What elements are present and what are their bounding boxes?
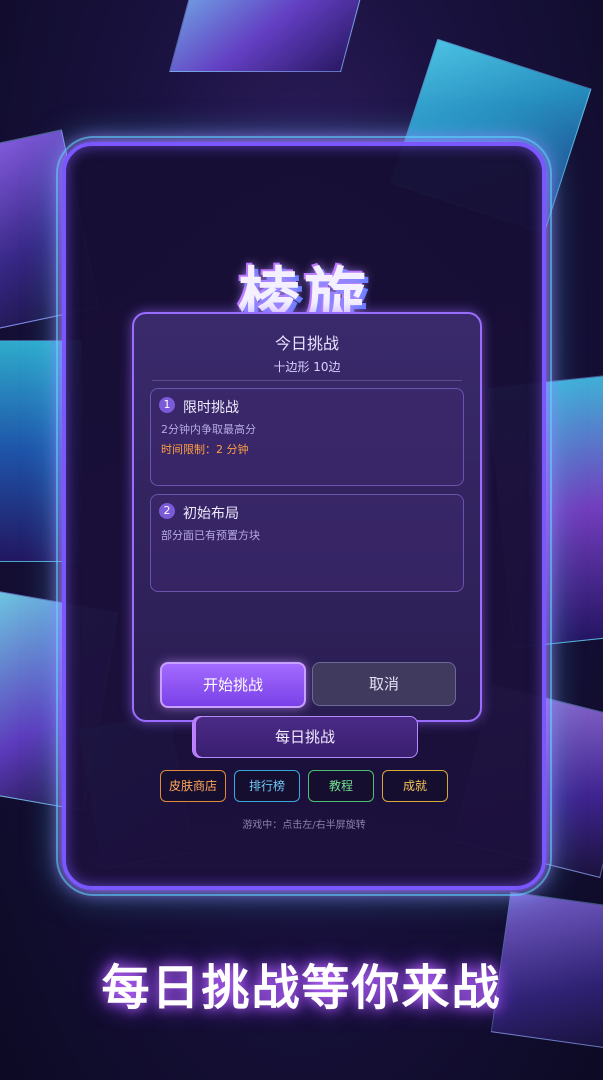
- rule-number-badge: 2: [159, 503, 175, 519]
- dialog-title: 今日挑战: [274, 334, 339, 353]
- rule-card: 2 初始布局 部分面已有预置方块: [150, 494, 464, 592]
- control-hint: 游戏中：点击左/右半屏旋转: [242, 820, 366, 831]
- start-challenge-button[interactable]: 开始挑战: [160, 662, 306, 708]
- promo-tagline: 每日挑战等你来战: [101, 960, 502, 1016]
- rule-number-badge: 1: [159, 397, 175, 413]
- skin-shop-button[interactable]: 皮肤商店: [160, 770, 226, 802]
- achievements-button[interactable]: 成就: [382, 770, 448, 802]
- tutorial-button[interactable]: 教程: [308, 770, 374, 802]
- cancel-button[interactable]: 取消: [312, 662, 456, 706]
- dialog-subtitle: 十边形 10边: [273, 360, 341, 374]
- divider: [152, 380, 462, 381]
- rule-title: 初始布局: [183, 506, 239, 522]
- crystal-decoration: [169, 0, 363, 72]
- rule-description: 2分钟内争取最高分: [161, 423, 256, 436]
- daily-challenge-dialog: 今日挑战 十边形 10边 1 限时挑战 2分钟内争取最高分 时间限制：2 分钟 …: [132, 312, 482, 722]
- phone-frame: 棱旋 今日挑战 十边形 10边 1 限时挑战 2分钟内争取最高分 时间限制：2 …: [56, 136, 552, 896]
- rule-time-limit: 时间限制：2 分钟: [161, 443, 249, 456]
- rule-title: 限时挑战: [183, 400, 239, 416]
- rule-description: 部分面已有预置方块: [161, 529, 260, 542]
- rule-card: 1 限时挑战 2分钟内争取最高分 时间限制：2 分钟: [150, 388, 464, 486]
- leaderboard-button[interactable]: 排行榜: [234, 770, 300, 802]
- daily-challenge-button[interactable]: 每日挑战: [192, 716, 418, 758]
